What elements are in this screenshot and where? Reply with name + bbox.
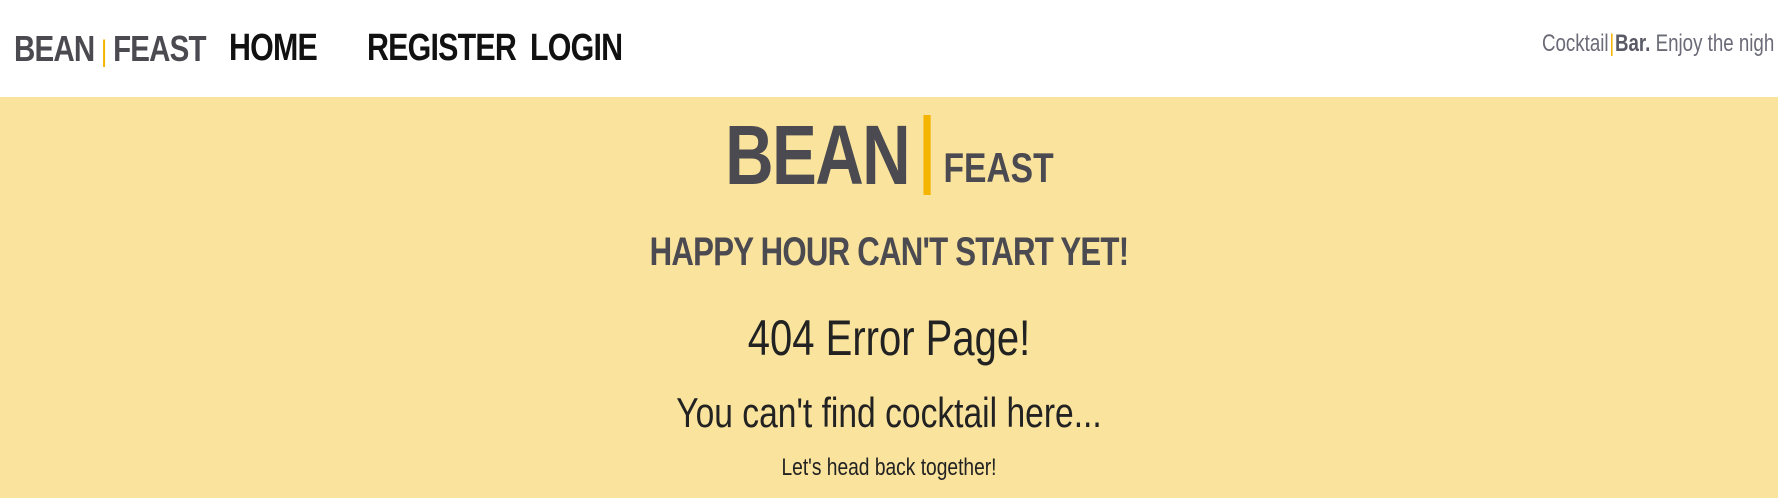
brand-left: BEAN [14,27,95,69]
hero-logo-bar [923,115,931,195]
error-hero: BEAN FEAST HAPPY HOUR CAN'T START YET! 4… [0,97,1778,498]
hero-logo: BEAN FEAST [0,108,1778,202]
tagline: Cocktail|Bar. Enjoy the nigh [1542,30,1774,58]
tagline-bold: Bar. [1615,30,1651,57]
nav-login-link[interactable]: LOGIN [530,27,623,70]
brand-right: FEAST [113,27,206,69]
top-navbar: BEAN | FEAST HOME REGISTER LOGIN Cocktai… [0,0,1778,97]
error-headline: HAPPY HOUR CAN'T START YET! [649,230,1129,274]
error-subtitle: You can't find cocktail here... [676,389,1102,436]
tagline-rest: Enjoy the nigh [1650,30,1775,57]
error-note: Let's head back together! [781,454,997,481]
nav-register-link[interactable]: REGISTER [367,27,517,70]
tagline-first: Cocktail [1542,30,1609,57]
error-title: 404 Error Page! [747,310,1031,366]
nav-home-link[interactable]: HOME [229,27,318,70]
tagline-separator: | [1609,30,1615,57]
hero-logo-feast: FEAST [943,144,1054,191]
main-nav: HOME REGISTER LOGIN [229,0,623,97]
brand-logo[interactable]: BEAN | FEAST [14,27,207,70]
brand-separator: | [100,34,107,68]
hero-logo-bean: BEAN [724,108,911,202]
